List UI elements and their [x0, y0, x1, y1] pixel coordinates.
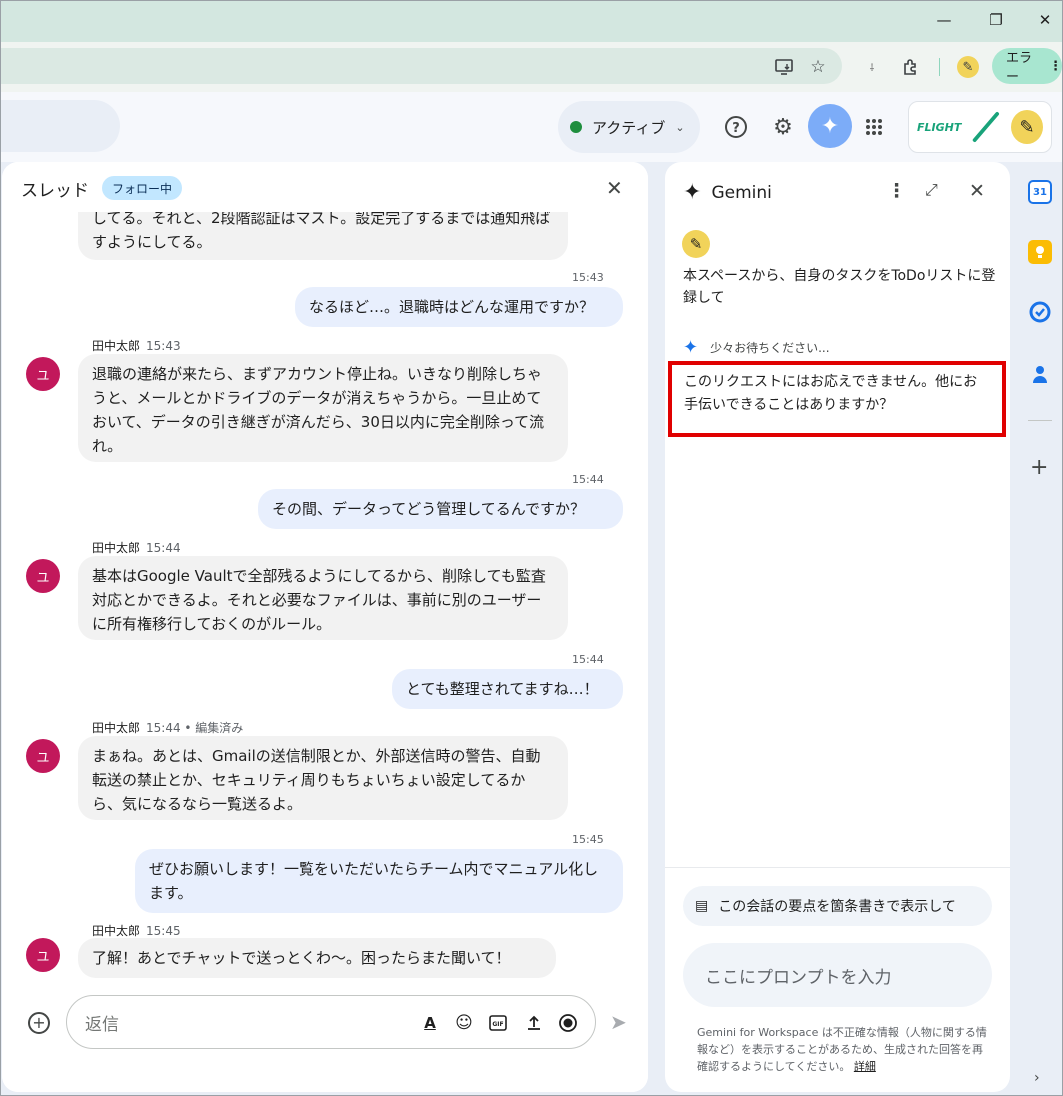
status-selector[interactable]: アクティブ ⌄ — [558, 101, 700, 153]
send-icon[interactable]: ➤ — [610, 1010, 627, 1034]
thread-title: スレッド — [21, 181, 89, 201]
format-text-icon[interactable]: A — [419, 1012, 441, 1034]
avatar[interactable]: ユ — [26, 559, 60, 593]
divider — [665, 867, 1010, 868]
reply-input[interactable]: 返信 — [85, 1010, 119, 1035]
rail-divider — [1028, 420, 1052, 421]
address-bar[interactable] — [0, 48, 842, 84]
gemini-icon[interactable]: ✦ — [808, 104, 852, 148]
extension-icon[interactable] — [898, 55, 922, 79]
contacts-icon[interactable] — [1028, 362, 1052, 386]
add-icon[interactable]: + — [28, 1012, 50, 1034]
message-time: 15:44 — [572, 653, 604, 666]
status-label: アクティブ — [592, 118, 666, 137]
close-icon[interactable]: ✕ — [1031, 8, 1059, 32]
window-titlebar: — ❐ ✕ — [0, 0, 1063, 42]
more-vert-icon[interactable]: ⋮ — [887, 180, 906, 202]
message-time: 15:45 — [572, 833, 604, 846]
message-bubble: 了解！あとでチャットで送っとくわ〜。困ったらまた聞いて！ — [78, 938, 556, 978]
org-logo: FLIGHT — [917, 120, 962, 134]
avatar[interactable]: ユ — [26, 357, 60, 391]
error-label: エラー — [1006, 51, 1033, 85]
user-avatar: ✎ — [682, 230, 710, 258]
keep-icon[interactable] — [1028, 240, 1052, 264]
message-bubble: とても整理されてますね…！ — [392, 669, 623, 709]
minimize-icon[interactable]: — — [930, 8, 958, 32]
org-logo-mark — [973, 111, 1000, 143]
app-header: アクティブ ⌄ ? ⚙ ✦ FLIGHT ✎ — [0, 92, 1063, 162]
message-sender: 田中太郎 15:44 • 編集済み — [92, 721, 244, 735]
calendar-icon[interactable]: 31 — [1028, 180, 1052, 204]
gemini-status: ✦ 少々お待ちください... — [683, 337, 830, 358]
help-icon[interactable]: ? — [723, 114, 749, 140]
message-bubble: まぁね。あとは、Gmailの送信制限とか、外部送信時の警告、自動転送の禁止とか、… — [78, 736, 568, 820]
tasks-icon[interactable] — [1028, 300, 1052, 324]
gemini-response: このリクエストにはお応えできません。他にお手伝いできることはありますか？ — [668, 361, 1006, 437]
emoji-icon[interactable]: ☺ — [453, 1012, 475, 1034]
error-profile-button[interactable]: エラー ⋮ — [992, 48, 1062, 85]
account-card[interactable]: FLIGHT ✎ — [908, 101, 1052, 153]
profile-avatar[interactable]: ✎ — [956, 55, 980, 79]
svg-text:GIF: GIF — [492, 1021, 503, 1028]
message-sender: 田中太郎 15:45 — [92, 924, 181, 938]
avatar[interactable]: ユ — [26, 739, 60, 773]
gemini-panel: ✦ Gemini ⋮ ⤢ ✕ ✎ 本スペースから、自身のタスクをToDoリストに… — [665, 162, 1010, 1092]
thread-header: スレッド フォロー中 ✕ — [2, 162, 648, 212]
gif-icon[interactable]: GIF — [487, 1012, 509, 1034]
maximize-icon[interactable]: ❐ — [982, 8, 1010, 32]
message-sender: 田中太郎 15:43 — [92, 339, 181, 353]
settings-icon[interactable]: ⚙ — [770, 114, 796, 140]
message-bubble: 基本はGoogle Vaultで全部残るようにしてるから、削除しても監査対応とか… — [78, 556, 568, 640]
gemini-spark-icon: ✦ — [683, 337, 699, 358]
install-icon[interactable] — [772, 55, 796, 79]
close-icon[interactable]: ✕ — [606, 176, 623, 200]
message-time: 15:44 — [572, 473, 604, 486]
record-icon[interactable] — [557, 1012, 579, 1034]
svg-text:?: ? — [732, 121, 740, 136]
apps-grid-icon[interactable] — [861, 114, 887, 140]
chevron-right-icon[interactable]: › — [1034, 1070, 1040, 1086]
upload-icon[interactable] — [523, 1012, 545, 1034]
add-app-icon[interactable]: + — [1030, 455, 1048, 480]
browser-toolbar: ☆ ⸸ ✎ エラー ⋮ — [0, 42, 1063, 92]
message-list: してる。それと、2段階認証はマスト。設定完了するまでは通知飛ばすようにしてる。 … — [2, 192, 648, 992]
suggestion-chip[interactable]: ▤ この会話の要点を箇条書きで表示して — [683, 886, 992, 926]
avatar[interactable]: ユ — [26, 938, 60, 972]
account-avatar[interactable]: ✎ — [1011, 110, 1043, 144]
message-time: 15:43 — [572, 271, 604, 284]
search-bar[interactable] — [0, 100, 120, 152]
gemini-title: Gemini — [711, 182, 772, 203]
thread-panel: スレッド フォロー中 ✕ してる。それと、2段階認証はマスト。設定完了するまでは… — [2, 162, 648, 1092]
reply-composer: + 返信 A ☺ GIF ➤ — [2, 992, 648, 1092]
expand-icon[interactable]: ⤢ — [925, 180, 938, 200]
summary-icon: ▤ — [695, 898, 709, 914]
close-icon[interactable]: ✕ — [969, 180, 985, 202]
chevron-down-icon: ⌄ — [675, 120, 685, 134]
message-bubble: その間、データってどう管理してるんですか？ — [258, 489, 623, 529]
suggestion-label: この会話の要点を箇条書きで表示して — [718, 899, 956, 915]
gemini-header: ✦ Gemini — [683, 180, 772, 205]
browser-menu-icon[interactable]: ⋮ — [1049, 59, 1062, 74]
follow-badge[interactable]: フォロー中 — [102, 176, 183, 200]
message-bubble: ぜひお願いします！一覧をいただいたらチーム内でマニュアル化します。 — [135, 849, 623, 913]
status-dot — [570, 121, 582, 133]
prompt-input[interactable]: ここにプロンプトを入力 — [683, 943, 992, 1007]
message-bubble: なるほど…。退職時はどんな運用ですか？ — [295, 287, 623, 327]
message-sender: 田中太郎 15:44 — [92, 541, 181, 555]
reply-field[interactable]: 返信 A ☺ GIF — [66, 995, 596, 1049]
disclaimer: Gemini for Workspace は不正確な情報（人物に関する情報など）… — [697, 1026, 987, 1073]
star-icon[interactable]: ☆ — [806, 55, 830, 79]
toolbar-divider — [939, 58, 940, 76]
user-prompt: 本スペースから、自身のタスクをToDoリストに登録して — [683, 268, 996, 306]
gemini-star-icon: ✦ — [683, 180, 702, 205]
extension-logo-icon[interactable]: ⸸ — [860, 55, 884, 79]
details-link[interactable]: 詳細 — [854, 1060, 876, 1073]
message-bubble: 退職の連絡が来たら、まずアカウント停止ね。いきなり削除しちゃうと、メールとかドラ… — [78, 354, 568, 462]
